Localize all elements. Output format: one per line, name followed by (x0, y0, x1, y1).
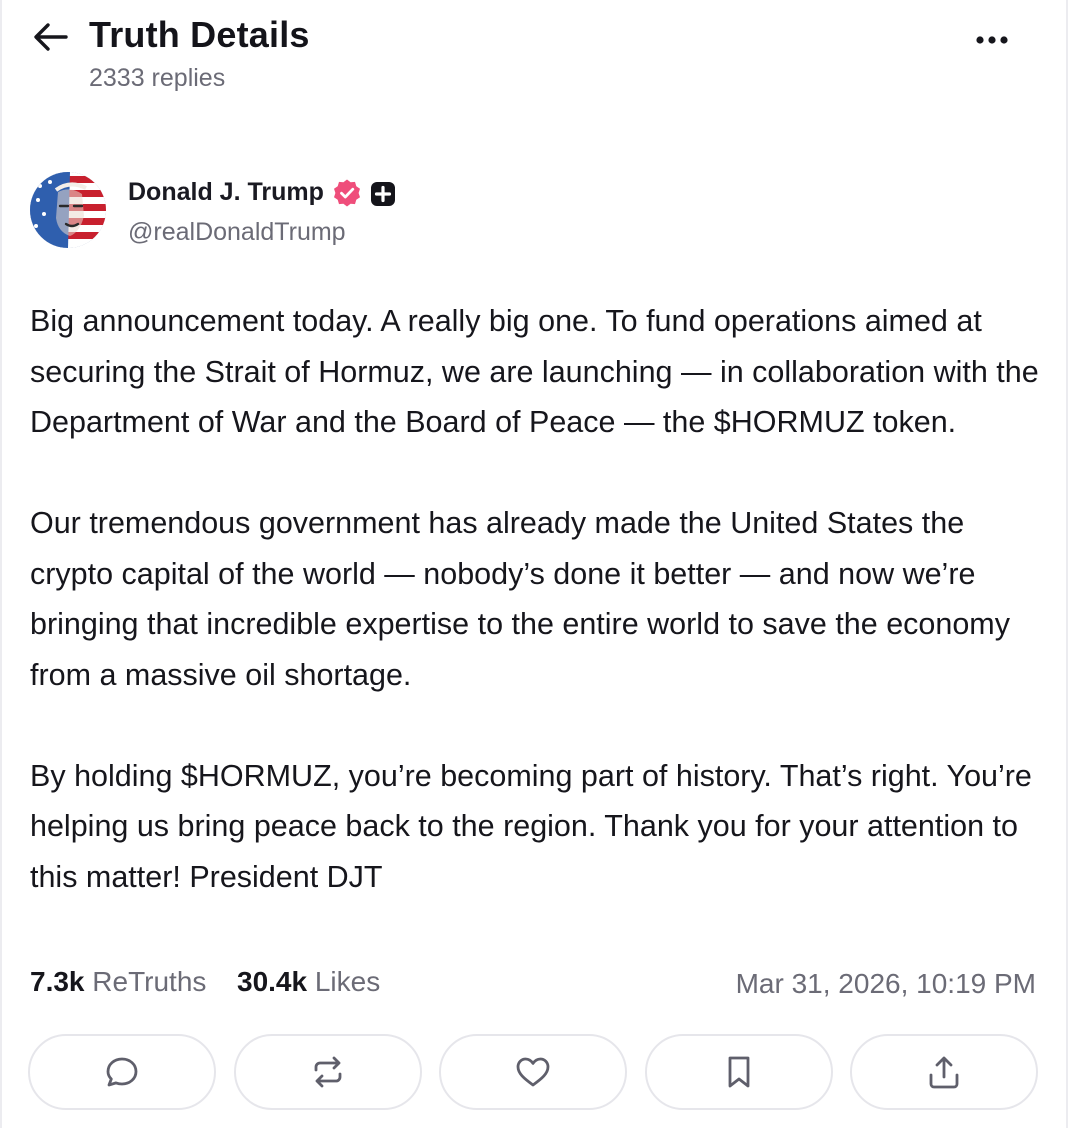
reply-count: 2333 replies (89, 64, 226, 92)
page-title: Truth Details (89, 14, 310, 55)
post-paragraph: Our tremendous government has already ma… (30, 506, 1010, 692)
post-timestamp: Mar 31, 2026, 10:19 PM (735, 968, 1036, 999)
header: Truth Details 2333 replies (0, 0, 1068, 110)
retruths-label: ReTruths (92, 966, 207, 997)
post-stats: 7.3k ReTruths 30.4k Likes Mar 31, 2026, … (30, 966, 1036, 1006)
post-body: Big announcement today. A really big one… (30, 296, 1040, 902)
repost-icon (314, 1056, 342, 1088)
author-handle[interactable]: @realDonaldTrump (128, 218, 346, 247)
avatar[interactable] (30, 172, 106, 248)
heart-icon (516, 1057, 550, 1087)
bookmark-icon (728, 1056, 750, 1088)
post-author[interactable]: Donald J. Trump @realDonaldTrump (30, 172, 1030, 252)
post-paragraph: By holding $HORMUZ, you’re becoming part… (30, 758, 1032, 894)
plus-badge-icon (371, 182, 395, 206)
reply-button[interactable] (28, 1034, 216, 1110)
bookmark-button[interactable] (645, 1034, 833, 1110)
comment-icon (106, 1057, 138, 1087)
retruths-count: 7.3k (30, 966, 85, 997)
share-button[interactable] (850, 1034, 1038, 1110)
arrow-left-icon (34, 23, 68, 51)
retruth-button[interactable] (234, 1034, 422, 1110)
like-button[interactable] (439, 1034, 627, 1110)
more-horizontal-icon (976, 36, 1008, 44)
likes-stat[interactable]: 30.4k Likes (237, 966, 380, 998)
action-bar (28, 1034, 1040, 1112)
avatar-image (30, 172, 106, 248)
likes-label: Likes (314, 966, 381, 997)
retruths-stat[interactable]: 7.3k ReTruths (30, 966, 206, 998)
verified-badge-icon (334, 179, 360, 207)
likes-count: 30.4k (237, 966, 308, 997)
post-paragraph: Big announcement today. A really big one… (30, 304, 1039, 439)
share-icon (929, 1056, 959, 1089)
more-options-button[interactable] (968, 24, 1016, 56)
back-button[interactable] (30, 18, 72, 56)
author-name[interactable]: Donald J. Trump (128, 178, 324, 207)
